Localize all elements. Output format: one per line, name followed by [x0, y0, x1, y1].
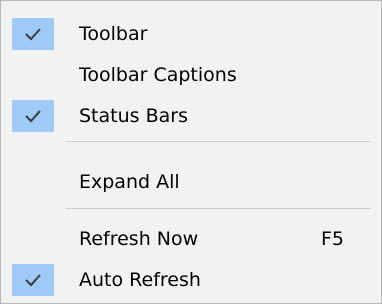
checkmark-icon: [12, 18, 54, 50]
menu-item-toolbar[interactable]: Toolbar: [1, 13, 381, 55]
menu-item-auto-refresh[interactable]: Auto Refresh: [1, 259, 381, 301]
menu-item-label: Auto Refresh: [79, 269, 201, 291]
menu-item-toolbar-captions[interactable]: Toolbar Captions: [1, 54, 381, 96]
menu-item-label: Refresh Now: [79, 228, 199, 250]
menu-item-label: Expand All: [79, 171, 180, 193]
menu-separator: [66, 208, 371, 209]
menu-item-label: Toolbar Captions: [79, 64, 237, 86]
menu-item-status-bars[interactable]: Status Bars: [1, 95, 381, 137]
menu-separator: [66, 141, 371, 142]
checkmark-icon: [12, 264, 54, 296]
context-menu: Toolbar Toolbar Captions Status Bars Exp…: [0, 0, 382, 304]
checkmark-icon: [12, 100, 54, 132]
menu-item-expand-all[interactable]: Expand All: [1, 161, 381, 203]
menu-item-label: Status Bars: [79, 105, 188, 127]
menu-item-label: Toolbar: [79, 23, 148, 45]
menu-item-refresh-now[interactable]: Refresh Now F5: [1, 218, 381, 260]
menu-item-shortcut: F5: [321, 228, 345, 250]
